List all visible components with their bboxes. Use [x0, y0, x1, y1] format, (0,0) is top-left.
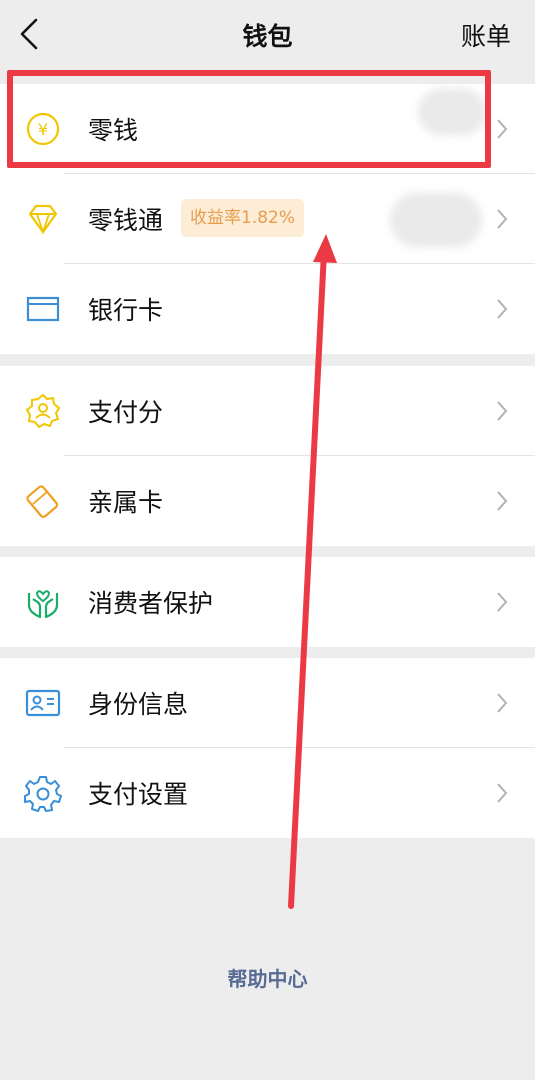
- id-card-icon: [25, 689, 61, 717]
- chevron-right-icon: [497, 783, 508, 803]
- settings-group: 身份信息 支付设置: [0, 658, 535, 838]
- page-title: 钱包: [242, 22, 293, 51]
- bank-card-icon: [26, 296, 60, 322]
- chevron-right-icon: [497, 209, 508, 229]
- menu-item-consumer-protection[interactable]: 消费者保护: [0, 557, 535, 647]
- redacted-balance: [390, 192, 482, 248]
- menu-item-pay-score[interactable]: 支付分: [0, 366, 535, 456]
- menu-item-label: 身份信息: [88, 690, 189, 719]
- pay-score-icon: [25, 393, 61, 429]
- chevron-right-icon: [497, 299, 508, 319]
- protection-group: 消费者保护: [0, 557, 535, 647]
- menu-item-label: 银行卡: [88, 296, 164, 325]
- highlight-box: [7, 70, 491, 168]
- diamond-icon: [28, 204, 58, 235]
- menu-item-family-card[interactable]: 亲属卡: [0, 456, 535, 546]
- menu-item-label: 支付设置: [88, 780, 189, 809]
- chevron-right-icon: [497, 693, 508, 713]
- menu-item-label: 消费者保护: [88, 589, 214, 618]
- menu-item-label: 亲属卡: [88, 488, 164, 517]
- credit-group: 支付分 亲属卡: [0, 366, 535, 546]
- family-card-icon: [26, 485, 59, 518]
- chevron-right-icon: [497, 401, 508, 421]
- menu-item-identity[interactable]: 身份信息: [0, 658, 535, 748]
- gear-icon: [24, 776, 62, 812]
- bills-button[interactable]: 账单: [461, 17, 511, 53]
- chevron-right-icon: [497, 592, 508, 612]
- menu-item-pay-settings[interactable]: 支付设置: [0, 748, 535, 838]
- menu-item-label: 零钱通: [88, 206, 164, 235]
- help-center-link[interactable]: 帮助中心: [0, 963, 535, 992]
- menu-item-bank-card[interactable]: 银行卡: [0, 264, 535, 354]
- chevron-right-icon: [497, 491, 508, 511]
- chevron-right-icon: [497, 119, 508, 139]
- yield-badge: 收益率1.82%: [181, 199, 305, 237]
- hands-protect-icon: [27, 590, 59, 619]
- menu-item-label: 支付分: [88, 398, 164, 427]
